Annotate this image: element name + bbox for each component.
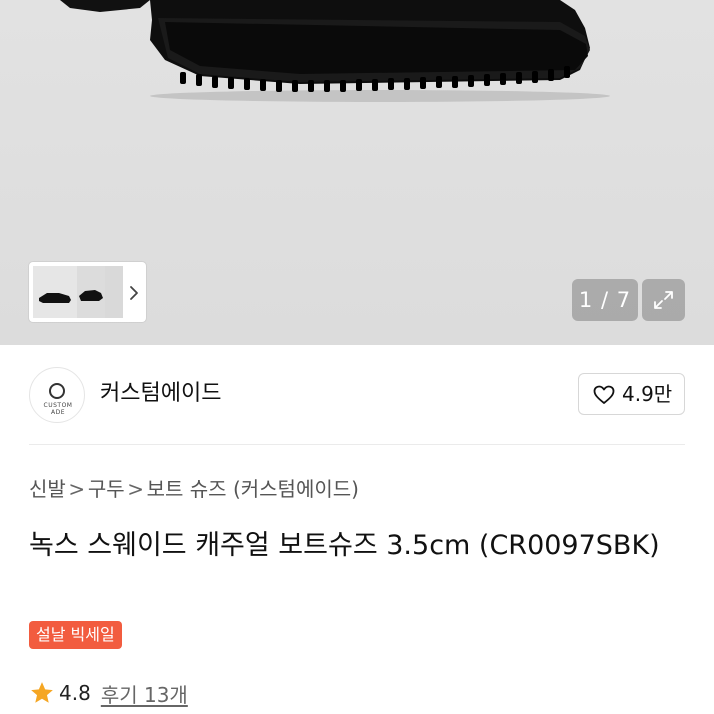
product-image-gallery[interactable]: 1 / 7 bbox=[0, 0, 714, 345]
store-favorite-button[interactable]: 4.9만 bbox=[578, 373, 685, 415]
store-logo-text: CUSTOM ADE bbox=[43, 402, 73, 416]
favorite-count: 4.9만 bbox=[622, 382, 673, 406]
breadcrumb-item-boat-shoes[interactable]: 보트 슈즈 (커스텀에이드) bbox=[147, 474, 359, 504]
expand-icon bbox=[654, 291, 673, 309]
sale-badge: 설날 빅세일 bbox=[29, 621, 122, 649]
breadcrumb: 신발 > 구두 > 보트 슈즈 (커스텀에이드) bbox=[29, 474, 359, 504]
thumbnail-1[interactable] bbox=[33, 266, 77, 318]
image-counter: 1 / 7 bbox=[572, 279, 638, 321]
thumbnail-2[interactable] bbox=[77, 266, 105, 318]
breadcrumb-item-dress-shoes[interactable]: 구두 bbox=[88, 474, 125, 504]
rating-score: 4.8 bbox=[59, 681, 91, 705]
breadcrumb-separator: > bbox=[68, 477, 86, 501]
divider bbox=[29, 444, 685, 445]
thumbnail-3[interactable] bbox=[105, 266, 123, 318]
expand-button[interactable] bbox=[642, 279, 685, 321]
store-logo-mark bbox=[49, 383, 65, 399]
heart-icon bbox=[593, 385, 615, 404]
breadcrumb-item-shoes[interactable]: 신발 bbox=[29, 474, 66, 504]
chevron-right-icon[interactable] bbox=[124, 283, 144, 303]
star-icon bbox=[31, 682, 53, 703]
breadcrumb-separator: > bbox=[127, 477, 144, 501]
store-logo[interactable]: CUSTOM ADE bbox=[29, 367, 85, 423]
rating-summary[interactable]: 4.8 후기 13개 bbox=[29, 677, 188, 709]
store-name[interactable]: 커스텀에이드 bbox=[100, 379, 221, 409]
product-title: 녹스 스웨이드 캐주얼 보트슈즈 3.5cm (CR0097SBK) bbox=[29, 530, 660, 561]
reviews-link[interactable]: 후기 13개 bbox=[101, 679, 188, 708]
